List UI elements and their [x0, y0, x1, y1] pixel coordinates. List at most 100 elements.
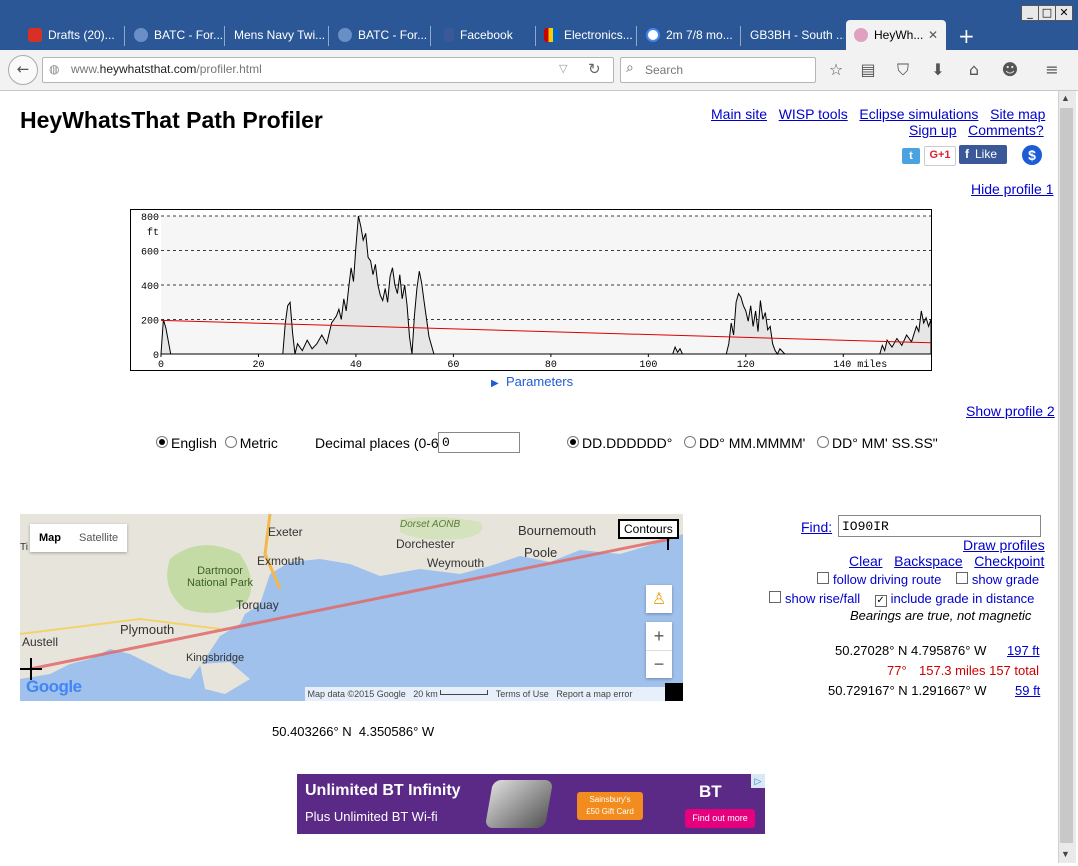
tab-facebook[interactable]: Facebook: [436, 20, 534, 50]
main-site-link[interactable]: Main site: [711, 106, 767, 122]
distance-value: 157.3 miles 157 total: [919, 663, 1039, 678]
tab-label: Electronics...: [564, 28, 633, 42]
dmm-radio[interactable]: [684, 436, 697, 448]
report-error-link[interactable]: Report a map error: [556, 689, 632, 699]
bookmark-star-icon[interactable]: ☆: [826, 60, 846, 80]
site-map-link[interactable]: Site map: [990, 106, 1045, 122]
home-icon[interactable]: ⌂: [964, 60, 984, 80]
top-nav: Main site WISP tools Eclipse simulations…: [711, 106, 1045, 122]
bt-hub-image: [484, 780, 554, 828]
find-out-more-button[interactable]: Find out more: [685, 809, 755, 828]
hide-profile-link[interactable]: Hide profile 1: [971, 181, 1054, 197]
clear-link[interactable]: Clear: [849, 553, 882, 569]
zoom-out-button[interactable]: −: [646, 650, 672, 679]
point1-height-link[interactable]: 197 ft: [1007, 643, 1040, 658]
bearing-value: 77°: [887, 663, 907, 678]
map-resize-handle[interactable]: [665, 683, 683, 701]
minimize-button[interactable]: _: [1021, 5, 1039, 21]
find-label[interactable]: Find:: [801, 519, 832, 535]
decimal-places-input[interactable]: [438, 432, 520, 453]
metric-radio[interactable]: [224, 436, 237, 448]
point2-height-link[interactable]: 59 ft: [1015, 683, 1040, 698]
place-label: Plymouth: [120, 622, 175, 637]
facebook-like-button[interactable]: f Like: [959, 145, 1007, 164]
google-plus-button[interactable]: G+1: [924, 146, 956, 166]
place-label: Torquay: [236, 598, 279, 612]
dd-radio[interactable]: [567, 436, 579, 448]
x-tick-label: 100: [639, 360, 657, 371]
search-bar[interactable]: ⌕ Search: [620, 57, 816, 83]
y-tick-label: 800: [141, 213, 159, 224]
twitter-icon[interactable]: t: [902, 148, 920, 164]
hello-icon[interactable]: ☻: [1000, 60, 1020, 80]
wisp-tools-link[interactable]: WISP tools: [779, 106, 848, 122]
backspace-link[interactable]: Backspace: [894, 553, 962, 569]
map-button[interactable]: Map: [30, 524, 70, 552]
tab-gb3bh[interactable]: GB3BH - South ...: [742, 20, 844, 50]
parameters-toggle[interactable]: ▶ Parameters: [491, 374, 573, 389]
reload-icon[interactable]: ↻: [588, 60, 601, 78]
eclipse-link[interactable]: Eclipse simulations: [859, 106, 978, 122]
coord-format-options: DD.DDDDDD° DD° MM.MMMM' DD° MM' SS.SS": [567, 435, 938, 451]
draw-profiles-link[interactable]: Draw profiles: [963, 537, 1045, 553]
download-icon[interactable]: ⬇: [928, 60, 948, 80]
url-bar[interactable]: ◍ www.heywhatsthat.com/profiler.html ▽ ↻: [42, 57, 614, 83]
show-rise-label: show rise/fall: [785, 591, 861, 606]
include-grade-checkbox[interactable]: ✓: [874, 595, 887, 607]
find-input[interactable]: [838, 515, 1041, 537]
parameters-link[interactable]: Parameters: [506, 374, 573, 389]
tab-separator: [328, 26, 329, 46]
scroll-down-icon[interactable]: ▼: [1061, 849, 1070, 859]
unit-options: English Metric: [156, 435, 278, 451]
y-tick-label: 600: [141, 248, 159, 259]
tab-google[interactable]: 2m 7/8 mo...: [638, 20, 740, 50]
bt-advert[interactable]: Unlimited BT Infinity Plus Unlimited BT …: [297, 774, 765, 834]
menu-icon[interactable]: ≡: [1042, 60, 1062, 80]
reading-list-icon[interactable]: ▤: [858, 60, 878, 80]
new-tab-button[interactable]: +: [958, 24, 975, 48]
show-rise-checkbox[interactable]: [769, 591, 781, 603]
map[interactable]: Map Satellite Contours Exeter Exmouth Dor…: [20, 514, 683, 701]
tab-heywhatsthat[interactable]: HeyWh... ✕: [846, 20, 946, 50]
x-tick-label: 40: [350, 360, 362, 371]
contours-button[interactable]: Contours: [618, 519, 679, 539]
checkpoint-link[interactable]: Checkpoint: [974, 553, 1044, 569]
close-button[interactable]: ✕: [1055, 5, 1073, 21]
adchoices-icon[interactable]: ▷: [751, 774, 765, 788]
voucher-brand: Sainsbury's: [589, 795, 631, 804]
dms-label: DD° MM' SS.SS": [831, 435, 938, 451]
tab-label: Drafts (20)...: [48, 28, 115, 42]
terms-link[interactable]: Terms of Use: [496, 689, 549, 699]
satellite-button[interactable]: Satellite: [70, 524, 127, 552]
scrollbar-thumb[interactable]: [1060, 108, 1073, 843]
dms-radio[interactable]: [816, 436, 829, 448]
show-profile-link[interactable]: Show profile 2: [966, 403, 1055, 419]
zoom-in-button[interactable]: +: [646, 622, 672, 650]
url-prefix: www.: [71, 62, 100, 76]
scroll-up-icon[interactable]: ▲: [1061, 93, 1070, 103]
grade-options: show rise/fall ✓ include grade in distanc…: [769, 591, 1034, 607]
dropdown-arrow-icon[interactable]: ▽: [559, 62, 567, 75]
sign-up-link[interactable]: Sign up: [909, 122, 956, 138]
tab-gmail[interactable]: Drafts (20)...: [20, 20, 124, 50]
tab-electronics[interactable]: Electronics...: [536, 20, 636, 50]
pocket-icon[interactable]: ⛉: [893, 60, 913, 80]
english-radio[interactable]: [156, 436, 168, 448]
back-button[interactable]: ←: [8, 55, 38, 85]
tab-batc-1[interactable]: BATC - For...: [126, 20, 224, 50]
follow-route-checkbox[interactable]: [817, 572, 829, 584]
maximize-button[interactable]: □: [1038, 5, 1056, 21]
batc-icon: [338, 28, 352, 42]
pegman-icon[interactable]: ♙: [646, 585, 672, 613]
donate-icon[interactable]: $: [1022, 145, 1042, 165]
close-tab-icon[interactable]: ✕: [928, 20, 938, 50]
comments-link[interactable]: Comments?: [968, 122, 1043, 138]
include-grade-label: include grade in distance: [890, 591, 1035, 606]
path-profile-chart[interactable]: 0200400600800ft0 20 40 60 80 100 120 140 miles: [130, 209, 932, 371]
search-icon: ⌕: [626, 60, 634, 76]
x-tick-label: 0: [158, 360, 164, 371]
tab-mens-navy[interactable]: Mens Navy Twi...: [226, 20, 328, 50]
show-grade-checkbox[interactable]: [955, 572, 968, 584]
place-label: Weymouth: [427, 556, 485, 570]
tab-batc-2[interactable]: BATC - For...: [330, 20, 430, 50]
